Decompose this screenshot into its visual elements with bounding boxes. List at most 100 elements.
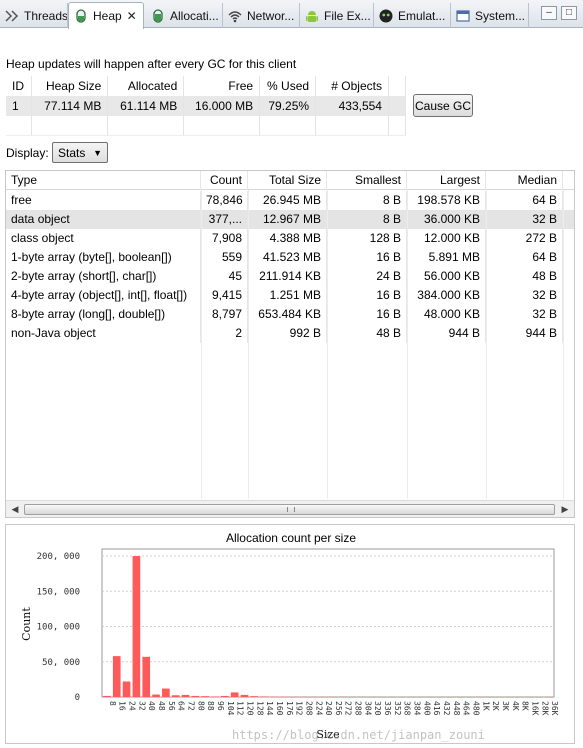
minimize-button[interactable]: –	[541, 6, 557, 20]
col-smallest[interactable]: Smallest	[327, 171, 407, 190]
tab-heap[interactable]: Heap ✕	[68, 2, 144, 29]
cell-smallest: 48 B	[327, 324, 407, 343]
table-row[interactable]: 2-byte array (short[], char[]) 45 211.914 …	[6, 267, 574, 286]
bar-320	[368, 696, 377, 698]
tab-threads[interactable]: Threads	[0, 3, 68, 28]
col-total-size[interactable]: Total Size	[248, 171, 327, 190]
cell-largest: 5.891 MB	[407, 248, 486, 267]
tab-file-explorer[interactable]: File Ex...	[300, 3, 374, 28]
cell-smallest: 8 B	[327, 210, 407, 229]
bar-112	[230, 692, 239, 697]
tab-system[interactable]: System...	[451, 3, 529, 28]
cell-largest: 36.000 KB	[407, 210, 486, 229]
bar-160	[270, 696, 278, 698]
cell-count: 9,415	[201, 286, 248, 305]
col-count[interactable]: Count	[201, 171, 248, 190]
col-id: ID	[6, 76, 33, 96]
emulator-icon	[378, 8, 394, 24]
tab-label: Heap	[93, 9, 122, 23]
cell-total-size: 41.523 MB	[248, 248, 327, 267]
bar-3K	[496, 696, 504, 698]
tab-label: File Ex...	[324, 8, 371, 23]
table-row[interactable]: data object 377,... 12.967 MB 8 B 36.000 KB 3…	[6, 210, 574, 229]
bar-128	[250, 696, 259, 697]
cell-median: 48 B	[486, 267, 563, 286]
table-row[interactable]: 8-byte array (long[], double[]) 8,797 653.…	[6, 305, 574, 324]
plot-area	[101, 548, 555, 698]
x-tick-label: 2K	[491, 701, 500, 711]
x-tick-label: 40	[147, 701, 156, 711]
x-tick-label: 256	[334, 701, 343, 716]
allocation-chart-panel: Allocation count per size 0 50, 000 100, 0…	[5, 524, 575, 744]
cell-largest: 12.000 KB	[407, 229, 486, 248]
scroll-left-icon[interactable]: ◀	[8, 503, 22, 516]
x-tick-label: 88	[206, 701, 215, 711]
close-icon[interactable]: ✕	[126, 10, 138, 22]
table-row[interactable]: 1-byte array (byte[], boolean[]) 559 41.52…	[6, 248, 574, 267]
x-tick-label: 352	[393, 701, 402, 716]
cell-smallest: 16 B	[327, 248, 407, 267]
col-largest[interactable]: Largest	[407, 171, 486, 190]
cell-filler	[563, 305, 574, 324]
cell-type: 8-byte array (long[], double[])	[6, 305, 201, 324]
bar-304	[358, 696, 367, 698]
col-type[interactable]: Type	[6, 171, 201, 190]
cell-total-size: 211.914 KB	[248, 267, 327, 286]
scrollbar-thumb[interactable]	[24, 504, 555, 515]
bar-240	[319, 696, 327, 698]
col-filler	[563, 171, 574, 190]
cell-type: data object	[6, 210, 201, 229]
x-tick-label: 384	[413, 701, 422, 716]
heap-summary-table: ID Heap Size Allocated Free % Used # Obj…	[6, 76, 407, 136]
cell-type: class object	[6, 229, 201, 248]
bar-28K	[535, 696, 544, 698]
bar-36K	[545, 696, 553, 698]
column-divider	[327, 190, 328, 499]
cause-gc-button[interactable]: Cause GC	[413, 94, 473, 117]
cell-largest: 944 B	[407, 324, 486, 343]
tab-network[interactable]: Networ...	[223, 3, 300, 28]
table-row[interactable]: 4-byte array (object[], int[], float[]) 9…	[6, 286, 574, 305]
chevron-down-icon: ▼	[93, 148, 102, 158]
x-tick-label: 288	[354, 701, 363, 716]
col-objects: # Objects	[315, 76, 389, 96]
cell-total-size: 12.967 MB	[248, 210, 327, 229]
tab-emulator[interactable]: Emulat...	[374, 3, 451, 28]
cell-count: 559	[201, 248, 248, 267]
watermark: https://blog.csdn.net/jianpan_zouni	[232, 728, 485, 742]
horizontal-scrollbar[interactable]: ◀ ▶	[6, 500, 574, 517]
x-tick-label: 464	[462, 701, 471, 716]
x-tick-label: 272	[344, 701, 353, 716]
summary-data-row[interactable]: 1 77.114 MB 61.114 MB 16.000 MB 79.25% 4…	[6, 96, 407, 116]
col-percent-used: % Used	[259, 76, 317, 96]
bar-384	[407, 696, 416, 698]
x-tick-label: 80	[196, 701, 205, 711]
tab-label: System...	[475, 8, 526, 23]
table-row[interactable]: class object 7,908 4.388 MB 128 B 12.000 KB 2…	[6, 229, 574, 248]
bar-48	[152, 694, 160, 697]
bar-272	[338, 696, 347, 698]
x-tick-label: 128	[255, 701, 264, 716]
x-tick-label: 400	[422, 701, 431, 716]
scroll-right-icon[interactable]: ▶	[558, 503, 572, 516]
cell-count: 78,846	[201, 191, 248, 210]
tab-label: Threads	[24, 8, 68, 23]
col-median[interactable]: Median	[486, 171, 563, 190]
cell-free: 16.000 MB	[183, 96, 261, 116]
network-icon	[227, 8, 243, 24]
bar-16	[112, 656, 121, 697]
maximize-button[interactable]: □	[561, 6, 577, 20]
x-tick-label: 8	[108, 701, 117, 706]
x-tick-label: 176	[285, 701, 294, 716]
x-tick-label: 208	[304, 701, 313, 716]
y-axis-label: Count	[20, 607, 33, 641]
bar-8K	[515, 696, 524, 698]
bar-1K	[476, 696, 485, 698]
bar-32	[132, 556, 141, 697]
x-tick-label: 120	[245, 701, 254, 716]
x-tick-label: 72	[187, 701, 196, 711]
table-row[interactable]: non-Java object 2 992 B 48 B 944 B 944 B	[6, 324, 574, 343]
display-select[interactable]: Stats ▼	[52, 142, 108, 163]
tab-allocation[interactable]: Allocati...	[146, 3, 223, 28]
table-row[interactable]: free 78,846 26.945 MB 8 B 198.578 KB 64 B	[6, 191, 574, 210]
